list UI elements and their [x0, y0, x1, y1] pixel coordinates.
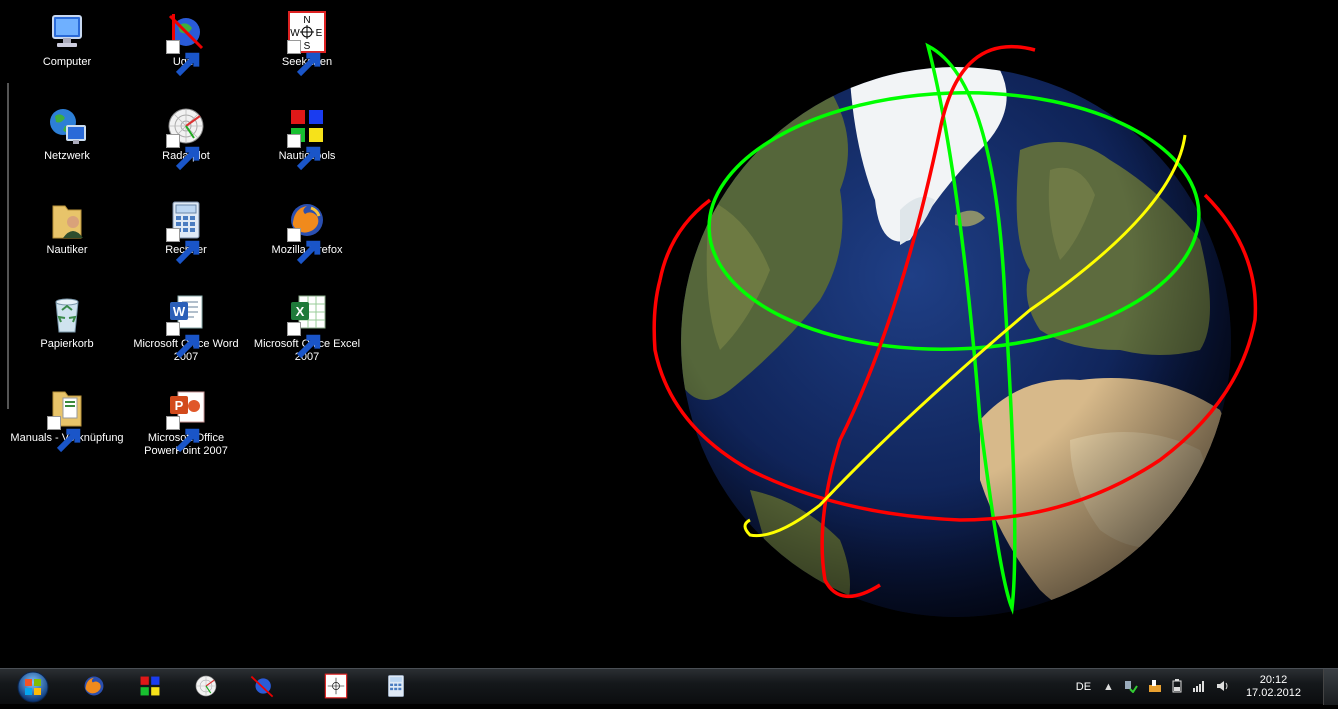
desktop-icon-label: Papierkorb: [40, 338, 94, 350]
shortcut-arrow-icon: [287, 134, 321, 171]
shortcut-arrow-icon: [166, 134, 200, 171]
taskbar-radarplot[interactable]: [188, 671, 224, 701]
powerpoint-icon: P: [164, 386, 208, 453]
computer-icon: [45, 10, 89, 54]
svg-text:N: N: [303, 15, 310, 26]
desktop-icon-word[interactable]: W Microsoft Office Word 2007: [127, 292, 245, 364]
desktop-icon-firefox[interactable]: Mozilla Firefox: [248, 198, 366, 265]
show-desktop-button[interactable]: [1323, 669, 1338, 705]
desktop: Computer Netzwerk Nautiker Papierkorb Ma…: [0, 0, 1338, 668]
svg-text:P: P: [175, 398, 184, 413]
desktop-icon-ugrib[interactable]: Ugrib: [127, 10, 245, 77]
windows-start-icon: [17, 671, 49, 703]
desktop-icon-radarplot[interactable]: Radarplot: [127, 104, 245, 171]
svg-text:W: W: [290, 28, 300, 39]
desktop-icon-label: Computer: [42, 56, 92, 68]
network-status-icon[interactable]: [1124, 679, 1138, 696]
taskbar-nautictools[interactable]: [132, 671, 168, 701]
desktop-icon-label: Netzwerk: [44, 150, 90, 162]
volume-icon[interactable]: [1216, 679, 1230, 696]
desktop-icon-netzwerk[interactable]: Netzwerk: [8, 104, 126, 163]
shortcut-arrow-icon: [287, 40, 321, 77]
desktop-icon-seekarten[interactable]: NSWE Seekarten: [248, 10, 366, 77]
clock-time: 20:12: [1259, 674, 1288, 686]
language-indicator[interactable]: DE: [1076, 681, 1091, 693]
start-button[interactable]: [12, 670, 54, 704]
recycle-bin-icon: [45, 292, 89, 336]
desktop-icon-computer[interactable]: Computer: [8, 10, 126, 69]
nautictools-icon: [285, 104, 329, 171]
seekarten-icon: NSWE: [285, 10, 329, 77]
desktop-icon-excel[interactable]: X Microsoft Office Excel 2007: [248, 292, 366, 364]
shortcut-arrow-icon: [287, 322, 321, 359]
desktop-icon-label: Nautiker: [46, 244, 88, 256]
ugrib-icon: [250, 675, 274, 698]
system-tray: DE ▲ 20:12 17.02.2012: [1076, 669, 1338, 705]
seekarten-icon: [324, 673, 348, 699]
svg-text:E: E: [316, 28, 323, 39]
user-folder-icon: [45, 198, 89, 242]
desktop-icon-papierkorb[interactable]: Papierkorb: [8, 292, 126, 351]
desktop-icon-nautiker[interactable]: Nautiker: [8, 198, 126, 257]
svg-text:X: X: [296, 304, 305, 319]
taskbar-ugrib[interactable]: [244, 671, 280, 701]
desktop-icon-powerpoint[interactable]: P Microsoft Office PowerPoint 2007: [127, 386, 245, 458]
folder-shortcut-icon: [45, 386, 89, 453]
clock[interactable]: 20:12 17.02.2012: [1246, 674, 1301, 700]
calculator-icon: [388, 675, 404, 697]
taskbar-seekarten[interactable]: [318, 671, 354, 701]
word-icon: W: [164, 292, 208, 359]
show-hidden-icons-button[interactable]: ▲: [1103, 681, 1114, 693]
radarplot-icon: [195, 675, 217, 697]
desktop-icon-nautictools[interactable]: NauticTools: [248, 104, 366, 171]
desktop-icon-rechner[interactable]: Rechner: [127, 198, 245, 265]
firefox-icon: [285, 198, 329, 265]
shortcut-arrow-icon: [287, 228, 321, 265]
radarplot-icon: [164, 104, 208, 171]
action-center-icon[interactable]: [1148, 679, 1162, 696]
taskbar-calculator[interactable]: [378, 671, 414, 701]
globe-wallpaper: [600, 20, 1300, 640]
shortcut-arrow-icon: [166, 322, 200, 359]
signal-strength-icon[interactable]: [1192, 680, 1206, 695]
firefox-icon: [84, 676, 104, 696]
shortcut-arrow-icon: [166, 416, 200, 453]
excel-icon: X: [285, 292, 329, 359]
nautictools-icon: [140, 676, 160, 696]
shortcut-arrow-icon: [166, 228, 200, 265]
network-icon: [45, 104, 89, 148]
ugrib-icon: [164, 10, 208, 77]
shortcut-arrow-icon: [166, 40, 200, 77]
calculator-icon: [164, 198, 208, 265]
taskbar-firefox[interactable]: [76, 671, 112, 701]
desktop-icon-manuals[interactable]: Manuals - Verknüpfung: [8, 386, 126, 453]
taskbar: DE ▲ 20:12 17.02.2012: [0, 668, 1338, 705]
battery-icon[interactable]: [1172, 678, 1182, 696]
svg-text:W: W: [173, 304, 186, 319]
clock-date: 17.02.2012: [1245, 687, 1301, 699]
earth-globe-image: [652, 42, 1258, 617]
shortcut-arrow-icon: [47, 416, 81, 453]
